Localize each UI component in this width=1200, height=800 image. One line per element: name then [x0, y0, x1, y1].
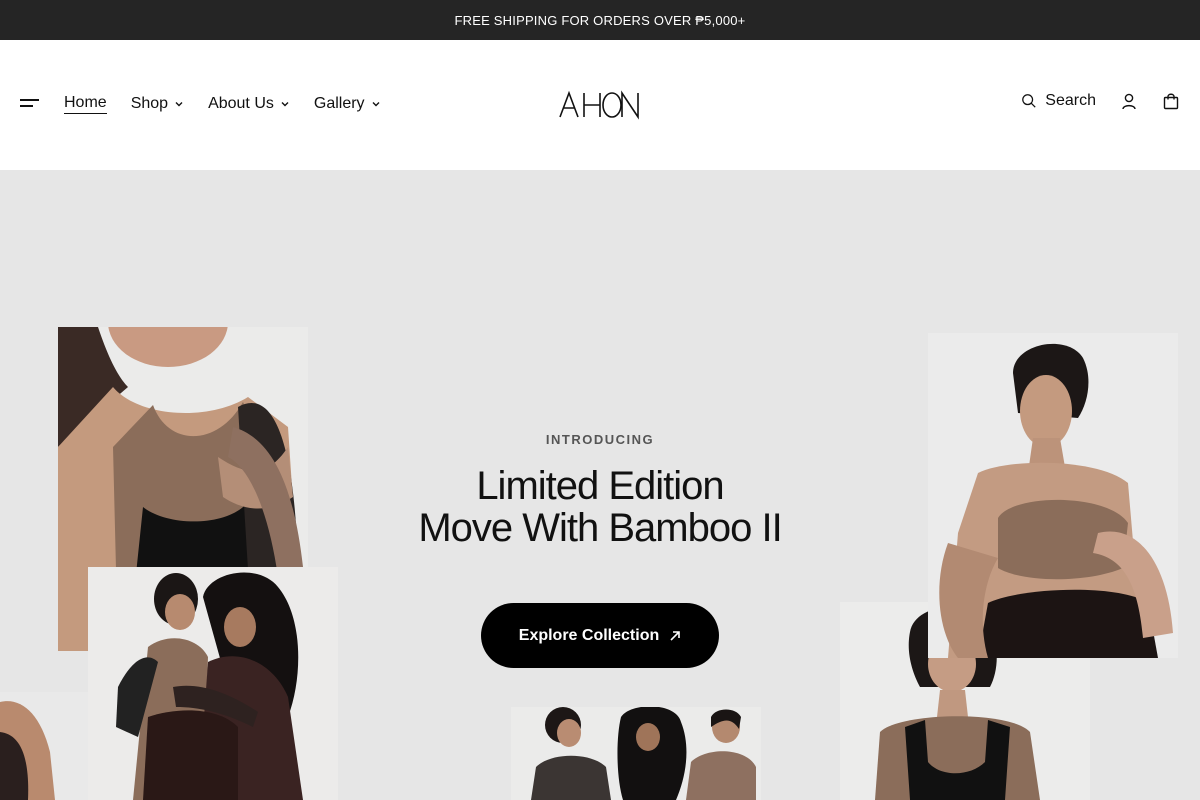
- site-header: Home Shop About Us Gallery Search: [0, 40, 1200, 170]
- announcement-text: FREE SHIPPING FOR ORDERS OVER ₱5,000+: [454, 12, 746, 28]
- hero-title: Limited Edition Move With Bamboo II: [350, 465, 850, 549]
- nav-item-home[interactable]: Home: [64, 92, 107, 116]
- nav-label: Home: [64, 94, 107, 114]
- explore-collection-button[interactable]: Explore Collection: [481, 603, 719, 668]
- hero-photo-edge-left: [0, 692, 90, 800]
- search-label: Search: [1045, 92, 1096, 109]
- nav-label: About Us: [208, 95, 274, 112]
- brand-logo[interactable]: [556, 88, 644, 122]
- search-button[interactable]: Search: [1021, 92, 1096, 110]
- hero-photo-right-top: [928, 333, 1178, 658]
- hero-photo-left-bottom: [88, 567, 338, 800]
- hero-title-line-2: Move With Bamboo II: [418, 506, 782, 550]
- chevron-down-icon: [372, 102, 380, 107]
- hero-section: INTRODUCING Limited Edition Move With Ba…: [0, 170, 1200, 800]
- chevron-down-icon: [175, 102, 183, 107]
- chevron-down-icon: [281, 102, 289, 107]
- nav-label: Shop: [130, 95, 169, 112]
- announcement-bar: FREE SHIPPING FOR ORDERS OVER ₱5,000+: [0, 0, 1200, 40]
- nav-item-shop[interactable]: Shop: [131, 92, 184, 116]
- nav-label: Gallery: [313, 95, 365, 112]
- arrow-up-right-icon: [670, 630, 681, 641]
- menu-icon[interactable]: [20, 97, 40, 113]
- hero-photo-bottom-center: [511, 707, 761, 800]
- hero-title-line-1: Limited Edition: [476, 464, 724, 508]
- cart-icon[interactable]: [1162, 92, 1180, 110]
- nav-item-gallery[interactable]: Gallery: [314, 92, 381, 116]
- hero-content: INTRODUCING Limited Edition Move With Ba…: [350, 432, 850, 668]
- header-tools: Search: [1021, 92, 1180, 110]
- main-nav: Home Shop About Us Gallery: [64, 92, 381, 116]
- search-icon: [1022, 94, 1036, 108]
- nav-item-about-us[interactable]: About Us: [208, 92, 290, 116]
- hero-eyebrow: INTRODUCING: [545, 432, 655, 447]
- account-icon[interactable]: [1120, 92, 1138, 110]
- cta-label: Explore Collection: [518, 626, 660, 644]
